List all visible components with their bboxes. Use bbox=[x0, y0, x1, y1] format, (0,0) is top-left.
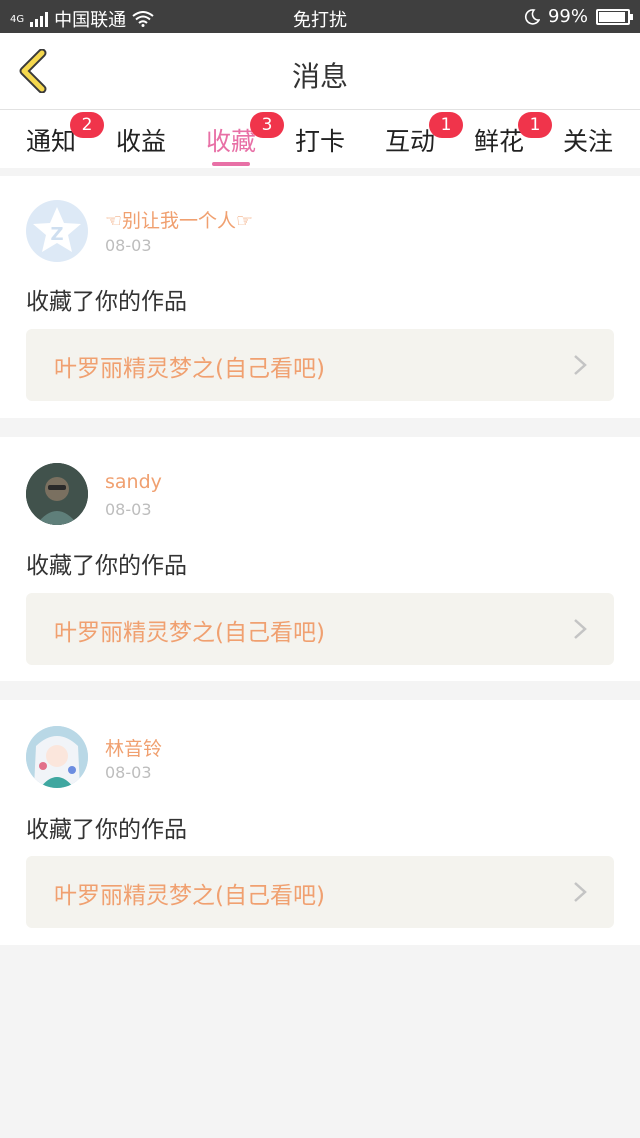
work-title: 叶罗丽精灵梦之(自己看吧) bbox=[54, 356, 325, 382]
badge-count: 1 bbox=[518, 112, 552, 138]
chevron-right-icon bbox=[574, 355, 587, 375]
work-link[interactable]: 叶罗丽精灵梦之(自己看吧) bbox=[26, 856, 614, 928]
badge-count: 2 bbox=[70, 112, 104, 138]
tab-flowers[interactable]: 鲜花 1 bbox=[474, 112, 552, 158]
timestamp: 08-03 bbox=[105, 763, 152, 782]
avatar[interactable] bbox=[26, 463, 88, 525]
username[interactable]: ☜别让我一个人☞ bbox=[105, 206, 253, 233]
battery-icon bbox=[596, 8, 633, 25]
work-link[interactable]: 叶罗丽精灵梦之(自己看吧) bbox=[26, 329, 614, 401]
status-bar: 4G 中国联通 免打扰 99% bbox=[0, 0, 640, 33]
message-text: 收藏了你的作品 bbox=[26, 289, 187, 315]
tab-label: 收益 bbox=[116, 127, 167, 156]
tab-checkin[interactable]: 打卡 bbox=[295, 122, 345, 158]
nav-header: 消息 bbox=[0, 33, 640, 110]
timestamp: 08-03 bbox=[105, 236, 152, 255]
tab-income[interactable]: 收益 bbox=[116, 122, 166, 158]
tab-label: 鲜花 bbox=[474, 127, 525, 156]
moon-icon bbox=[524, 8, 540, 25]
tab-label: 互动 bbox=[385, 127, 436, 156]
timestamp: 08-03 bbox=[105, 500, 152, 519]
tab-label: 收藏 bbox=[206, 127, 257, 156]
username[interactable]: sandy bbox=[105, 471, 162, 493]
page-title: 消息 bbox=[291, 60, 348, 93]
tab-follow[interactable]: 关注 bbox=[563, 122, 613, 158]
active-tab-indicator bbox=[212, 162, 251, 166]
tab-interaction[interactable]: 互动 1 bbox=[385, 112, 463, 158]
tab-label: 打卡 bbox=[295, 127, 346, 156]
work-link[interactable]: 叶罗丽精灵梦之(自己看吧) bbox=[26, 593, 614, 665]
message-text: 收藏了你的作品 bbox=[26, 553, 187, 579]
tab-bar: 通知 2 收益 收藏 3 打卡 互动 1 鲜花 1 关注 bbox=[0, 110, 640, 168]
chevron-right-icon bbox=[574, 882, 587, 902]
tab-notice[interactable]: 通知 2 bbox=[26, 112, 104, 158]
svg-text:Z: Z bbox=[50, 224, 63, 245]
work-title: 叶罗丽精灵梦之(自己看吧) bbox=[54, 883, 325, 909]
message-card: sandy 08-03 收藏了你的作品 叶罗丽精灵梦之(自己看吧) bbox=[0, 437, 640, 681]
badge-count: 1 bbox=[429, 112, 463, 138]
message-card: 林音铃 08-03 收藏了你的作品 叶罗丽精灵梦之(自己看吧) bbox=[0, 700, 640, 945]
message-text: 收藏了你的作品 bbox=[26, 817, 187, 843]
badge-count: 3 bbox=[250, 112, 284, 138]
user-photo-icon bbox=[26, 463, 88, 525]
anime-avatar-icon bbox=[26, 726, 88, 788]
avatar[interactable]: Z bbox=[26, 200, 88, 262]
tab-label: 通知 bbox=[26, 127, 77, 156]
work-title: 叶罗丽精灵梦之(自己看吧) bbox=[54, 620, 325, 646]
tab-label: 关注 bbox=[563, 127, 614, 156]
avatar[interactable] bbox=[26, 726, 88, 788]
username[interactable]: 林音铃 bbox=[105, 734, 162, 761]
message-card: Z ☜别让我一个人☞ 08-03 收藏了你的作品 叶罗丽精灵梦之(自己看吧) bbox=[0, 176, 640, 418]
default-avatar-icon: Z bbox=[33, 207, 81, 252]
chevron-right-icon bbox=[574, 619, 587, 639]
battery-percent: 99% bbox=[547, 6, 588, 27]
tab-favorites[interactable]: 收藏 3 bbox=[206, 112, 284, 166]
